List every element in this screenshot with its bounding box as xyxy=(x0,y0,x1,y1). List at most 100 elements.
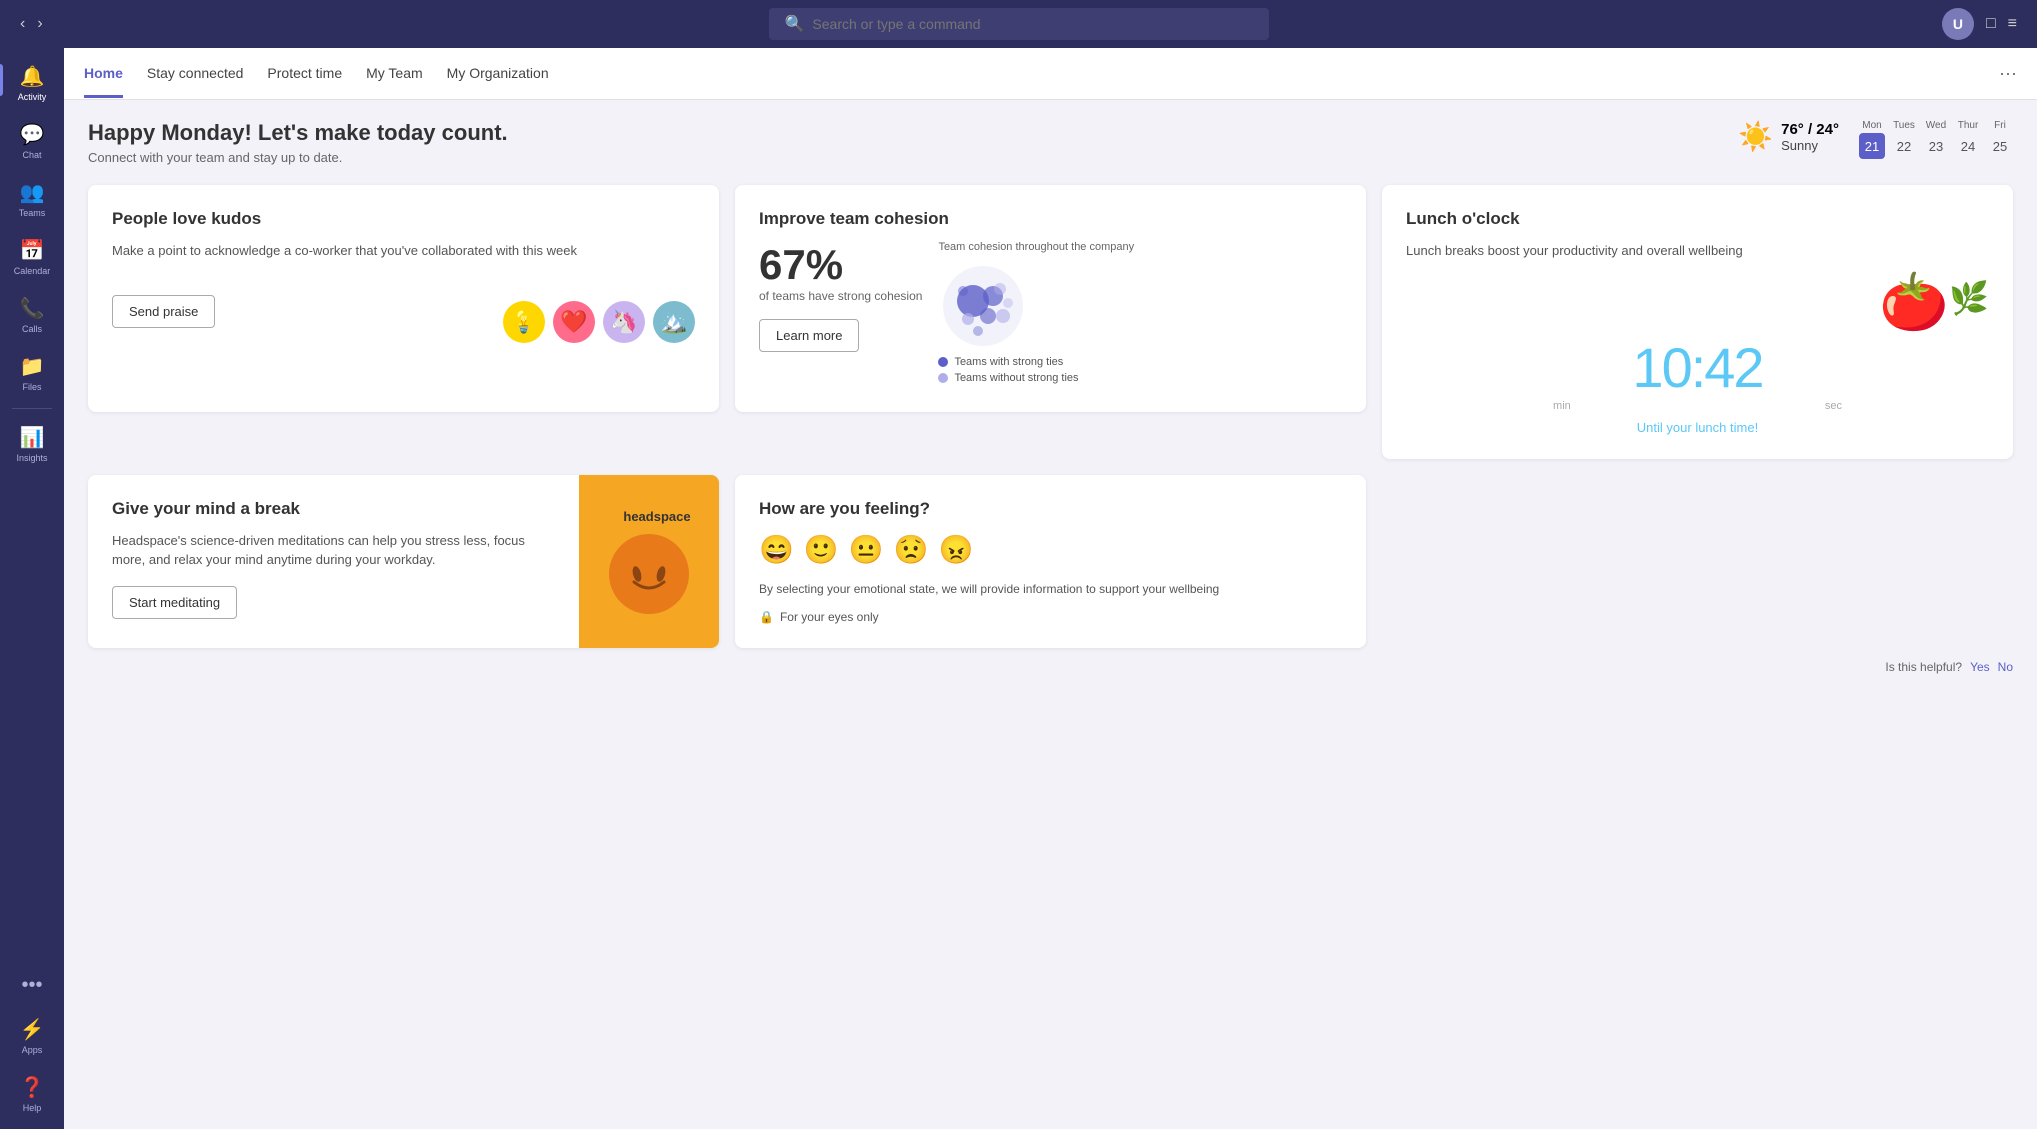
tab-home[interactable]: Home xyxy=(84,49,123,98)
cal-label-fri: Fri xyxy=(1994,120,2006,131)
start-meditating-button[interactable]: Start meditating xyxy=(112,586,237,619)
headspace-brand-name: headspace xyxy=(623,509,690,524)
search-bar[interactable]: 🔍 xyxy=(769,8,1269,40)
calendar-icon: 📅 xyxy=(20,238,45,263)
tab-stay-connected[interactable]: Stay connected xyxy=(147,49,244,98)
cal-label-wed: Wed xyxy=(1926,120,1946,131)
sidebar-label-apps: Apps xyxy=(22,1045,43,1055)
weather-condition: Sunny xyxy=(1781,138,1839,153)
lunch-desc: Lunch breaks boost your productivity and… xyxy=(1406,241,1989,261)
topbar-right: U □ ≡ xyxy=(1942,8,2017,40)
lunch-title: Lunch o'clock xyxy=(1406,209,1989,229)
sidebar-item-insights[interactable]: 📊 Insights xyxy=(0,417,64,471)
weather-calendar-widget: ☀️ 76° / 24° Sunny Mon 21 Tues xyxy=(1738,120,2013,159)
kudos-emoji-heart[interactable]: ❤️ xyxy=(553,301,595,343)
lunch-illustration: 🍅 🌿 xyxy=(1406,269,1989,335)
cal-num-fri: 25 xyxy=(1987,133,2013,159)
bubble-chart xyxy=(938,261,1028,351)
headspace-logo: headspace xyxy=(607,509,690,524)
timer-labels: min sec xyxy=(1406,400,1989,412)
cohesion-card: Improve team cohesion 67% of teams have … xyxy=(735,185,1366,412)
files-icon: 📁 xyxy=(20,354,45,379)
lunch-spacer xyxy=(1382,475,2013,648)
cohesion-sub-label: of teams have strong cohesion xyxy=(759,289,922,303)
helpful-yes-button[interactable]: Yes xyxy=(1970,660,1990,674)
timer-sec-label: sec xyxy=(1825,400,1842,412)
sidebar-item-chat[interactable]: 💬 Chat xyxy=(0,114,64,168)
help-icon: ❓ xyxy=(20,1075,45,1100)
cal-label-mon: Mon xyxy=(1862,120,1881,131)
search-input[interactable] xyxy=(812,16,1252,32)
nav-back-button[interactable]: ‹ xyxy=(20,15,25,33)
cal-day-fri: Fri 25 xyxy=(1987,120,2013,159)
search-icon: 🔍 xyxy=(785,14,805,34)
sidebar-item-apps[interactable]: ⚡ Apps xyxy=(0,1009,64,1063)
cal-label-tue: Tues xyxy=(1893,120,1915,131)
sidebar-item-calendar[interactable]: 📅 Calendar xyxy=(0,230,64,284)
kudos-card: People love kudos Make a point to acknow… xyxy=(88,185,719,412)
lunch-food-icon: 🍅 xyxy=(1879,269,1949,335)
helpful-label: Is this helpful? xyxy=(1885,660,1962,674)
more-icon: ••• xyxy=(21,974,42,997)
tab-my-team[interactable]: My Team xyxy=(366,49,423,98)
cal-day-wed: Wed 23 xyxy=(1923,120,1949,159)
sidebar-label-calls: Calls xyxy=(22,324,42,334)
headspace-smile-icon xyxy=(619,554,679,594)
top-cards-grid: People love kudos Make a point to acknow… xyxy=(88,185,2013,459)
kudos-emojis: 💡 ❤️ 🦄 🏔️ xyxy=(503,301,695,343)
sidebar-item-files[interactable]: 📁 Files xyxy=(0,346,64,400)
tab-my-org[interactable]: My Organization xyxy=(447,49,549,98)
helpful-no-button[interactable]: No xyxy=(1998,660,2013,674)
learn-more-button[interactable]: Learn more xyxy=(759,319,859,352)
headspace-face xyxy=(609,534,689,614)
legend-dot-weak xyxy=(938,373,948,383)
menu-icon[interactable]: ≡ xyxy=(2008,15,2017,33)
sidebar-label-files: Files xyxy=(22,382,41,392)
cal-label-thu: Thur xyxy=(1958,120,1979,131)
feeling-card: How are you feeling? 😄 🙂 😐 😟 😠 By select… xyxy=(735,475,1366,648)
apps-icon: ⚡ xyxy=(20,1017,45,1042)
avatar[interactable]: U xyxy=(1942,8,1974,40)
weather-temp: 76° / 24° xyxy=(1781,121,1839,138)
legend-label-strong: Teams with strong ties xyxy=(954,356,1063,368)
page-subtitle: Connect with your team and stay up to da… xyxy=(88,150,508,165)
feeling-title: How are you feeling? xyxy=(759,499,1342,519)
insights-icon: 📊 xyxy=(20,425,45,450)
feeling-emoji-neutral[interactable]: 😐 xyxy=(849,533,884,566)
nav-more-button[interactable]: ··· xyxy=(1999,63,2017,84)
topbar: ‹ › 🔍 U □ ≡ xyxy=(0,0,2037,48)
meditation-title: Give your mind a break xyxy=(112,499,555,519)
timer-display: 10:42 xyxy=(1406,335,1989,400)
cal-num-mon: 21 xyxy=(1859,133,1885,159)
kudos-emoji-lightbulb[interactable]: 💡 xyxy=(503,301,545,343)
sidebar-item-activity[interactable]: 🔔 Activity xyxy=(0,56,64,110)
feeling-emoji-happy[interactable]: 😄 xyxy=(759,533,794,566)
kudos-emoji-mountain[interactable]: 🏔️ xyxy=(653,301,695,343)
feeling-emoji-smile[interactable]: 🙂 xyxy=(804,533,839,566)
sidebar-label-insights: Insights xyxy=(16,453,47,463)
sidebar-item-calls[interactable]: 📞 Calls xyxy=(0,288,64,342)
feeling-emoji-worried[interactable]: 😟 xyxy=(894,533,929,566)
sidebar-label-activity: Activity xyxy=(18,92,47,102)
send-praise-button[interactable]: Send praise xyxy=(112,295,215,328)
sidebar-item-teams[interactable]: 👥 Teams xyxy=(0,172,64,226)
legend-dot-strong xyxy=(938,357,948,367)
sidebar-item-more[interactable]: ••• xyxy=(0,966,64,1005)
feeling-emoji-angry[interactable]: 😠 xyxy=(939,533,974,566)
feeling-emojis: 😄 🙂 😐 😟 😠 xyxy=(759,533,1342,566)
weather-icon: ☀️ xyxy=(1738,120,1773,153)
legend-strong: Teams with strong ties xyxy=(938,356,1134,368)
tab-protect-time[interactable]: Protect time xyxy=(267,49,342,98)
kudos-emoji-unicorn[interactable]: 🦄 xyxy=(603,301,645,343)
minimize-icon[interactable]: □ xyxy=(1986,15,1996,33)
sidebar-item-help[interactable]: ❓ Help xyxy=(0,1067,64,1121)
timer-seconds: 42 xyxy=(1704,336,1762,399)
cohesion-viz: Team cohesion throughout the company xyxy=(938,241,1342,388)
lock-icon: 🔒 xyxy=(759,610,774,624)
cal-day-thu: Thur 24 xyxy=(1955,120,1981,159)
nav-forward-button[interactable]: › xyxy=(37,15,42,33)
cal-num-wed: 23 xyxy=(1923,133,1949,159)
timer-min-label: min xyxy=(1553,400,1571,412)
cohesion-stat: 67% of teams have strong cohesion Learn … xyxy=(759,241,922,352)
cohesion-percentage: 67% xyxy=(759,241,922,289)
